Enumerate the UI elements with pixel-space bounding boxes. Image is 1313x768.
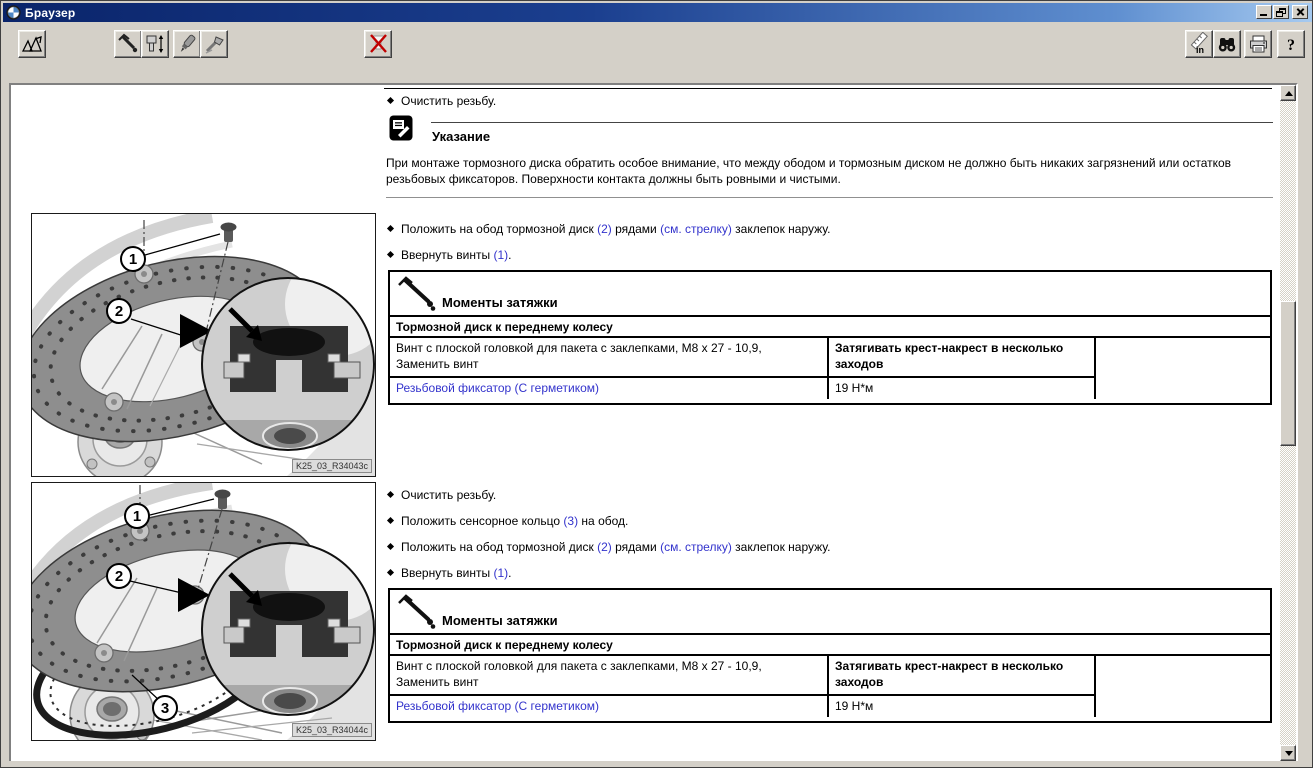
torque-item-cell: Винт с плоской головкой для пакета с зак… bbox=[390, 656, 829, 696]
bullet-icon bbox=[387, 491, 394, 498]
adhesive-icon bbox=[176, 33, 198, 55]
search-button[interactable] bbox=[1213, 30, 1241, 58]
navigate-pages-button[interactable] bbox=[18, 30, 46, 58]
step-item: Ввернуть винты (1). bbox=[386, 566, 511, 580]
close-button[interactable] bbox=[1292, 5, 1308, 19]
technical-data-icon bbox=[144, 33, 166, 55]
note-title: Указание bbox=[432, 129, 490, 144]
step-item: Ввернуть винты (1). bbox=[386, 248, 511, 262]
divider bbox=[386, 197, 1273, 198]
torque-method-cell: Затягивать крест-накрест в несколько зах… bbox=[829, 656, 1096, 696]
torque-table-header: Моменты затяжки bbox=[390, 272, 1270, 317]
torque-table-subtitle: Тормозной диск к переднему колесу bbox=[390, 635, 1270, 656]
technical-data-button[interactable] bbox=[141, 30, 169, 58]
bullet-icon bbox=[387, 517, 394, 524]
torque-table-title: Моменты затяжки bbox=[442, 613, 558, 628]
figure-brake-disc[interactable]: 1 2 K25_03_R34043c bbox=[31, 213, 376, 477]
torque-wrench-icon bbox=[396, 593, 442, 633]
bullet-icon bbox=[387, 225, 394, 232]
fixative-link[interactable]: Резьбовой фиксатор (С герметиком) bbox=[396, 381, 599, 395]
torque-item-cell: Винт с плоской головкой для пакета с зак… bbox=[390, 338, 829, 378]
callout-1: 1 bbox=[120, 246, 146, 272]
step-item: Положить на обод тормозной диск (2) ряда… bbox=[386, 540, 830, 554]
document-pane: Очистить резьбу. Указание При монтаже то… bbox=[9, 83, 1298, 763]
document: Очистить резьбу. Указание При монтаже то… bbox=[11, 85, 1278, 761]
navigate-pages-icon bbox=[21, 33, 44, 55]
no-special-tool-button[interactable] bbox=[364, 30, 392, 58]
window-title: Браузер bbox=[25, 6, 75, 20]
minimize-icon bbox=[1260, 14, 1267, 16]
torque-value-cell: 19 Н*м bbox=[829, 696, 1096, 717]
svg-text:?: ? bbox=[1287, 37, 1295, 54]
bullet-icon bbox=[387, 569, 394, 576]
torque-values-button[interactable] bbox=[114, 30, 142, 58]
bmw-logo-icon bbox=[6, 5, 21, 20]
restore-button[interactable] bbox=[1273, 5, 1289, 19]
figure-brake-disc-sensor-ring[interactable]: 1 2 3 K25_03_R34044c bbox=[31, 482, 376, 741]
measure-units-button[interactable]: in bbox=[1185, 30, 1213, 58]
torque-fixative-cell: Резьбовой фиксатор (С герметиком) bbox=[390, 696, 829, 717]
bullet-icon bbox=[387, 97, 394, 104]
no-special-tool-icon bbox=[367, 33, 390, 55]
divider bbox=[431, 122, 1273, 123]
arrow-up-icon bbox=[1285, 91, 1293, 96]
callout-3: 3 bbox=[152, 695, 178, 721]
help-button[interactable]: ? bbox=[1277, 30, 1305, 58]
callout-link-1[interactable]: (1) bbox=[493, 248, 508, 262]
callout-2: 2 bbox=[106, 298, 132, 324]
fixative-link[interactable]: Резьбовой фиксатор (С герметиком) bbox=[396, 699, 599, 713]
torque-table: Моменты затяжки Тормозной диск к передне… bbox=[388, 270, 1272, 405]
divider bbox=[384, 88, 1272, 89]
note-body: При монтаже тормозного диска обратить ос… bbox=[386, 155, 1266, 187]
torque-table-title: Моменты затяжки bbox=[442, 295, 558, 310]
measure-units-icon: in bbox=[1187, 32, 1211, 56]
window-bottom-edge bbox=[1, 761, 1312, 767]
browser-window: Браузер bbox=[0, 0, 1313, 768]
step-item: Очистить резьбу. bbox=[386, 488, 496, 502]
figure-caption: K25_03_R34044c bbox=[292, 723, 372, 737]
svg-text:in: in bbox=[1196, 45, 1204, 55]
torque-method-cell: Затягивать крест-накрест в несколько зах… bbox=[829, 338, 1096, 378]
toolbar: in bbox=[1, 22, 1312, 82]
step-item: Очистить резьбу. bbox=[386, 94, 496, 108]
see-arrow-link[interactable]: (см. стрелку) bbox=[660, 540, 732, 554]
note-icon bbox=[389, 115, 413, 146]
torque-wrench-icon bbox=[396, 275, 442, 315]
scroll-down-button[interactable] bbox=[1280, 745, 1296, 761]
callout-link-1[interactable]: (1) bbox=[493, 566, 508, 580]
bullet-icon bbox=[387, 251, 394, 258]
step-item: Положить на обод тормозной диск (2) ряда… bbox=[386, 222, 830, 236]
callout-link-2[interactable]: (2) bbox=[597, 222, 612, 236]
torque-fixative-cell: Резьбовой фиксатор (С герметиком) bbox=[390, 378, 829, 399]
torque-empty-cell bbox=[1096, 656, 1270, 717]
adhesives-button[interactable] bbox=[173, 30, 201, 58]
scrollbar-thumb[interactable] bbox=[1280, 301, 1296, 446]
special-tools-button[interactable] bbox=[200, 30, 228, 58]
callout-2: 2 bbox=[106, 563, 132, 589]
print-button[interactable] bbox=[1244, 30, 1272, 58]
callout-1: 1 bbox=[124, 503, 150, 529]
special-tool-icon bbox=[203, 33, 225, 55]
torque-table: Моменты затяжки Тормозной диск к передне… bbox=[388, 588, 1272, 723]
bullet-icon bbox=[387, 543, 394, 550]
torque-table-header: Моменты затяжки bbox=[390, 590, 1270, 635]
search-binoculars-icon bbox=[1216, 33, 1238, 55]
title-bar: Браузер bbox=[3, 3, 1312, 22]
vertical-scrollbar[interactable] bbox=[1280, 85, 1296, 761]
minimize-button[interactable] bbox=[1256, 5, 1272, 19]
figure-caption: K25_03_R34043c bbox=[292, 459, 372, 473]
see-arrow-link[interactable]: (см. стрелку) bbox=[660, 222, 732, 236]
torque-empty-cell bbox=[1096, 338, 1270, 399]
step-item: Положить сенсорное кольцо (3) на обод. bbox=[386, 514, 628, 528]
callout-link-2[interactable]: (2) bbox=[597, 540, 612, 554]
callout-link-3[interactable]: (3) bbox=[563, 514, 578, 528]
close-icon bbox=[1293, 6, 1307, 18]
torque-table-subtitle: Тормозной диск к переднему колесу bbox=[390, 317, 1270, 338]
torque-value-cell: 19 Н*м bbox=[829, 378, 1096, 399]
scroll-up-button[interactable] bbox=[1280, 85, 1296, 101]
arrow-down-icon bbox=[1285, 751, 1293, 756]
print-icon bbox=[1247, 33, 1269, 55]
torque-wrench-icon bbox=[117, 33, 139, 55]
help-icon: ? bbox=[1280, 33, 1302, 55]
